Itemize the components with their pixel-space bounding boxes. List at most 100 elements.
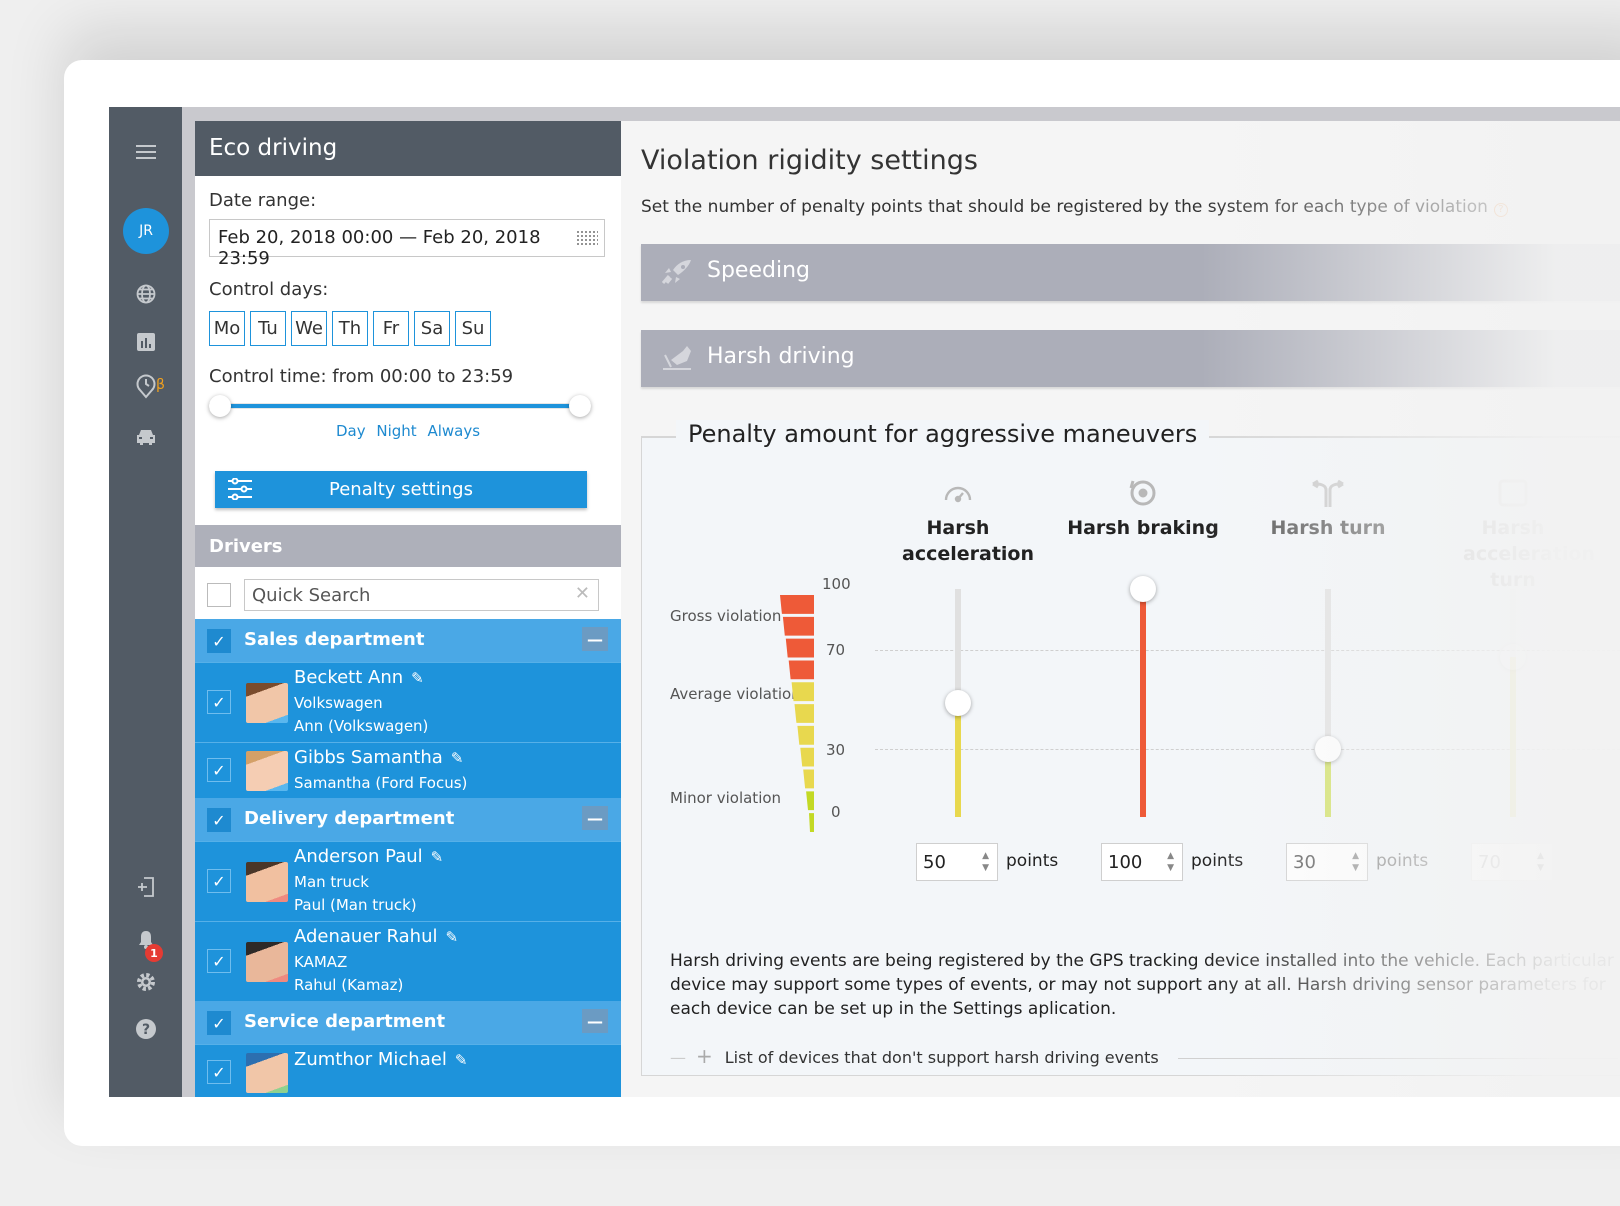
driver-checkbox[interactable]: ✓ (207, 690, 231, 714)
stepper-icon[interactable]: ▲ ▼ (1167, 850, 1174, 874)
slider-handle[interactable] (1130, 576, 1156, 602)
driver-checkbox[interactable]: ✓ (207, 758, 231, 782)
points-value: 30 (1293, 852, 1316, 873)
driver-checkbox[interactable]: ✓ (207, 949, 231, 973)
edit-icon[interactable]: ✎ (431, 848, 444, 866)
points-unit-label: points (1376, 851, 1429, 871)
unsupported-devices-label: List of devices that don't support harsh… (724, 1048, 1159, 1067)
clock-pin-icon[interactable] (109, 369, 182, 403)
driver-checkbox[interactable]: ✓ (207, 1060, 231, 1084)
help-icon[interactable]: ? (1493, 203, 1508, 217)
gauge-segment (782, 616, 814, 636)
day-toggle[interactable]: We (291, 311, 327, 346)
control-time-label: Control time: from 00:00 to 23:59 (209, 366, 514, 387)
group-checkbox[interactable]: ✓ (207, 808, 231, 832)
section-label: Speeding (707, 258, 810, 283)
beta-badge: β (156, 377, 165, 393)
driver-row[interactable]: ✓ Gibbs Samantha ✎ Samantha (Ford Focus) (195, 742, 621, 798)
driver-row[interactable]: ✓ Zumthor Michael ✎ (195, 1044, 621, 1097)
driver-photo (246, 862, 288, 902)
unsupported-devices-toggle[interactable]: — + List of devices that don't support har… (670, 1044, 1620, 1068)
globe-icon[interactable] (109, 277, 182, 311)
slider-handle[interactable] (945, 690, 971, 716)
slider-handle[interactable] (1500, 644, 1526, 671)
time-range-end-handle[interactable] (569, 395, 591, 417)
time-range-start-handle[interactable] (209, 395, 231, 417)
preset-always[interactable]: Always (427, 422, 480, 440)
driver-row[interactable]: ✓ Anderson Paul ✎ Man truck Paul (Man tru… (195, 841, 621, 921)
stepper-icon[interactable]: ▲ ▼ (982, 850, 989, 874)
edit-icon[interactable]: ✎ (411, 669, 424, 687)
car-icon[interactable] (109, 420, 182, 454)
points-input[interactable]: 70 ▲ ▼ (1471, 843, 1553, 881)
edit-icon[interactable]: ✎ (455, 1051, 468, 1069)
preset-day[interactable]: Day (336, 422, 366, 440)
menu-icon[interactable] (109, 135, 182, 169)
severity-gauge (780, 595, 814, 832)
select-all-checkbox[interactable] (207, 583, 231, 607)
group-service[interactable]: ✓ Service department — (195, 1001, 621, 1044)
notification-badge: 1 (145, 944, 163, 962)
zone-gross: Gross violation (670, 607, 782, 625)
day-toggle[interactable]: Tu (250, 311, 286, 346)
quick-search-input[interactable]: Quick Search ✕ (244, 579, 599, 611)
gauge-segment (800, 747, 814, 767)
tick-70: 70 (826, 641, 846, 659)
gear-icon[interactable] (109, 965, 182, 999)
gridline-30 (875, 749, 1620, 750)
section-harsh-driving[interactable]: Harsh driving (641, 330, 1620, 387)
group-checkbox[interactable]: ✓ (207, 1011, 231, 1035)
preset-night[interactable]: Night (376, 422, 416, 440)
points-input[interactable]: 100 ▲ ▼ (1101, 843, 1183, 881)
penalty-settings-label: Penalty settings (329, 479, 473, 500)
tick-100: 100 (822, 575, 851, 593)
collapse-button[interactable]: — (582, 806, 608, 830)
section-label: Harsh driving (707, 344, 855, 369)
driver-name: Zumthor Michael ✎ (294, 1049, 468, 1070)
brake-icon (1125, 477, 1161, 509)
day-toggle[interactable]: Su (455, 311, 491, 346)
group-checkbox[interactable]: ✓ (207, 629, 231, 653)
edit-icon[interactable]: ✎ (446, 928, 459, 946)
page-title: Violation rigidity settings (641, 145, 978, 176)
control-days-label: Control days: (209, 279, 329, 300)
day-toggle[interactable]: Fr (373, 311, 409, 346)
calendar-icon[interactable] (576, 230, 598, 246)
driver-checkbox[interactable]: ✓ (207, 869, 231, 893)
driver-row[interactable]: ✓ Adenauer Rahul ✎ KAMAZ Rahul (Kamaz) (195, 921, 621, 1001)
penalty-settings-button[interactable]: Penalty settings (215, 471, 587, 508)
drivers-header: Drivers (195, 525, 621, 567)
points-input[interactable]: 30 ▲ ▼ (1286, 843, 1368, 881)
slider-handle[interactable] (1315, 735, 1341, 762)
points-input[interactable]: 50 ▲ ▼ (916, 843, 998, 881)
collapse-button[interactable]: — (582, 1009, 608, 1033)
chart-icon[interactable] (109, 325, 182, 359)
avatar[interactable]: JR (123, 208, 169, 254)
edit-icon[interactable]: ✎ (451, 749, 464, 767)
harsh-driving-info: Harsh driving events are being registere… (670, 951, 1614, 1019)
group-delivery[interactable]: ✓ Delivery department — (195, 798, 621, 841)
eco-driving-panel: Eco driving Date range: Feb 20, 2018 00:… (195, 121, 621, 1097)
group-name: Sales department (244, 629, 425, 650)
stepper-icon[interactable]: ▲ ▼ (1352, 850, 1359, 874)
date-range-value: Feb 20, 2018 00:00 — Feb 20, 2018 23:59 (218, 227, 541, 269)
collapse-button[interactable]: — (582, 627, 608, 651)
expand-icon[interactable]: + (696, 1044, 713, 1068)
day-toggle[interactable]: Mo (209, 311, 245, 346)
gauge-segment (788, 660, 814, 680)
app: JR β 1 ? Eco driving Date range: Feb 20,… (109, 107, 1620, 1097)
section-speeding[interactable]: Speeding (641, 244, 1620, 301)
day-toggle[interactable]: Sa (414, 311, 450, 346)
date-range-input[interactable]: Feb 20, 2018 00:00 — Feb 20, 2018 23:59 (209, 219, 605, 269)
day-toggle[interactable]: Th (332, 311, 368, 346)
help-icon[interactable]: ? (109, 1012, 182, 1046)
maneuver-title: Harsh braking (1067, 517, 1219, 539)
stepper-icon[interactable]: ▲ ▼ (1537, 850, 1544, 874)
clear-search-icon[interactable]: ✕ (575, 583, 590, 604)
time-presets: Day Night Always (195, 422, 621, 440)
logout-icon[interactable] (109, 870, 182, 904)
group-sales[interactable]: ✓ Sales department — (195, 619, 621, 662)
driver-row[interactable]: ✓ Beckett Ann ✎ Volkswagen Ann (Volkswage… (195, 662, 621, 742)
tick-30: 30 (826, 741, 846, 759)
driver-name: Adenauer Rahul ✎ (294, 926, 459, 947)
